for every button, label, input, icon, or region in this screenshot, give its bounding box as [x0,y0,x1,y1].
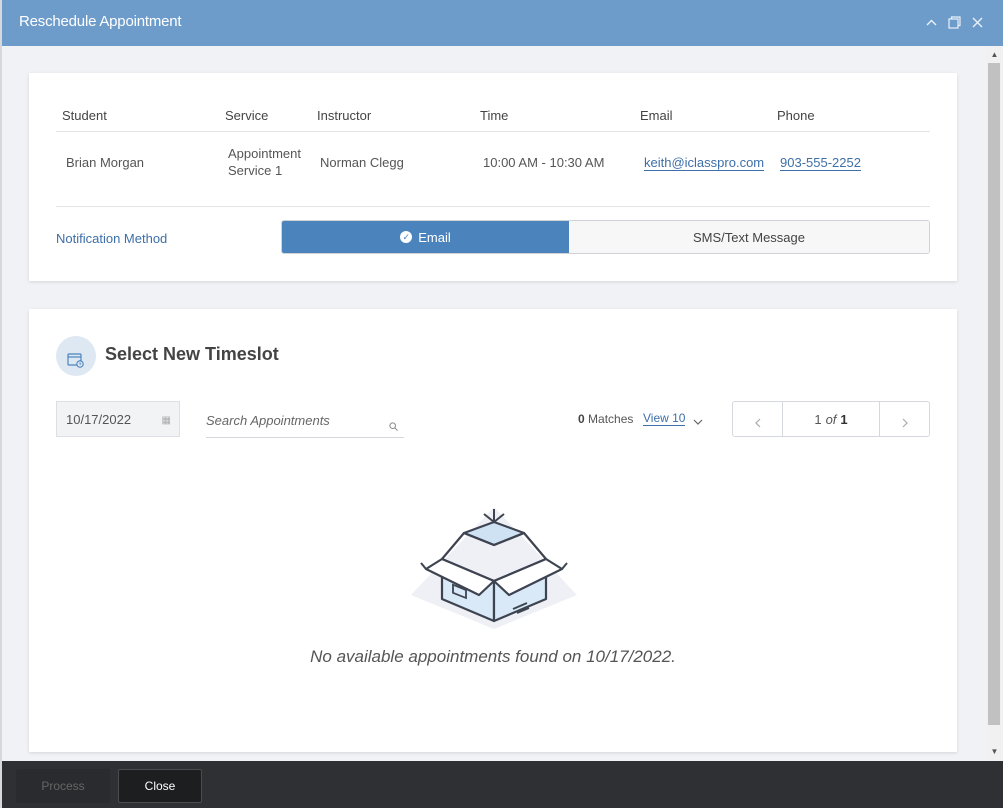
scrollbar-thumb[interactable] [988,63,1000,725]
close-icon[interactable] [968,13,986,31]
scroll-up-arrow-icon[interactable]: ▲ [986,46,1003,62]
restore-icon[interactable] [945,13,963,31]
calendar-clock-icon [56,336,96,376]
header-time: Time [480,108,509,123]
notification-option-sms-label: SMS/Text Message [693,229,805,245]
notification-option-sms[interactable]: SMS/Text Message [569,221,929,253]
empty-state-message: No available appointments found on 10/17… [310,647,676,666]
cell-time: 10:00 AM - 10:30 AM [483,155,605,170]
process-button[interactable]: Process [16,769,110,803]
page-indicator: 1 of 1 [782,402,880,436]
reschedule-modal: Reschedule Appointment ▲ ▼ Student Servi… [2,0,1003,808]
page-of: of [825,411,837,427]
empty-box-illustration [409,505,579,638]
notification-option-email[interactable]: ✓ Email [282,221,569,253]
chevron-right-icon [902,418,908,428]
page-current: 1 [814,411,822,427]
next-page-button[interactable] [880,402,929,436]
search-field [206,404,404,438]
date-picker[interactable]: 10/17/2022 ▦ [56,401,180,437]
appointment-details-card: Student Service Instructor Time Email Ph… [29,73,957,281]
phone-link[interactable]: 903-555-2252 [780,155,861,171]
close-button[interactable]: Close [118,769,202,803]
header-phone: Phone [777,108,815,123]
section-title: Select New Timeslot [105,344,279,364]
timeslot-card: Select New Timeslot 10/17/2022 ▦ 0 Match… [29,309,957,752]
page-total: 1 [840,411,848,427]
row-divider [56,206,930,207]
matches-number: 0 [578,412,585,426]
scroll-down-arrow-icon[interactable]: ▼ [986,743,1003,759]
modal-footer: Process Close [2,761,1003,808]
matches-label: Matches [588,412,634,426]
email-link[interactable]: keith@iclasspro.com [644,155,765,171]
matches-count: 0 Matches [578,412,633,426]
modal-scrollbar[interactable]: ▲ ▼ [986,46,1003,761]
date-value: 10/17/2022 [66,412,132,427]
cell-student: Brian Morgan [66,155,145,170]
calendar-icon: ▦ [161,415,171,426]
chevron-down-icon[interactable] [693,417,703,428]
search-input[interactable] [206,413,376,428]
modal-titlebar: Reschedule Appointment [2,0,1003,46]
header-service: Service [225,108,269,123]
cell-instructor: Norman Clegg [320,155,404,170]
notification-method-label: Notification Method [56,231,168,246]
previous-page-button[interactable] [733,402,782,436]
view-per-page-select[interactable]: View 10 [643,412,686,426]
modal-title: Reschedule Appointment [19,13,182,30]
chevron-up-icon[interactable] [922,13,940,31]
header-divider [56,131,930,132]
search-icon[interactable] [389,418,398,436]
notification-method-toggle: ✓ Email SMS/Text Message [281,220,930,254]
chevron-left-icon [754,418,760,428]
check-circle-icon: ✓ [400,231,413,243]
notification-option-email-label: Email [418,229,451,245]
header-instructor: Instructor [317,108,372,123]
cell-service-line1: Appointment [228,146,301,161]
header-student: Student [62,108,107,123]
cell-service-line2: Service 1 [228,163,283,178]
header-email: Email [640,108,673,123]
pagination: 1 of 1 [732,401,930,437]
